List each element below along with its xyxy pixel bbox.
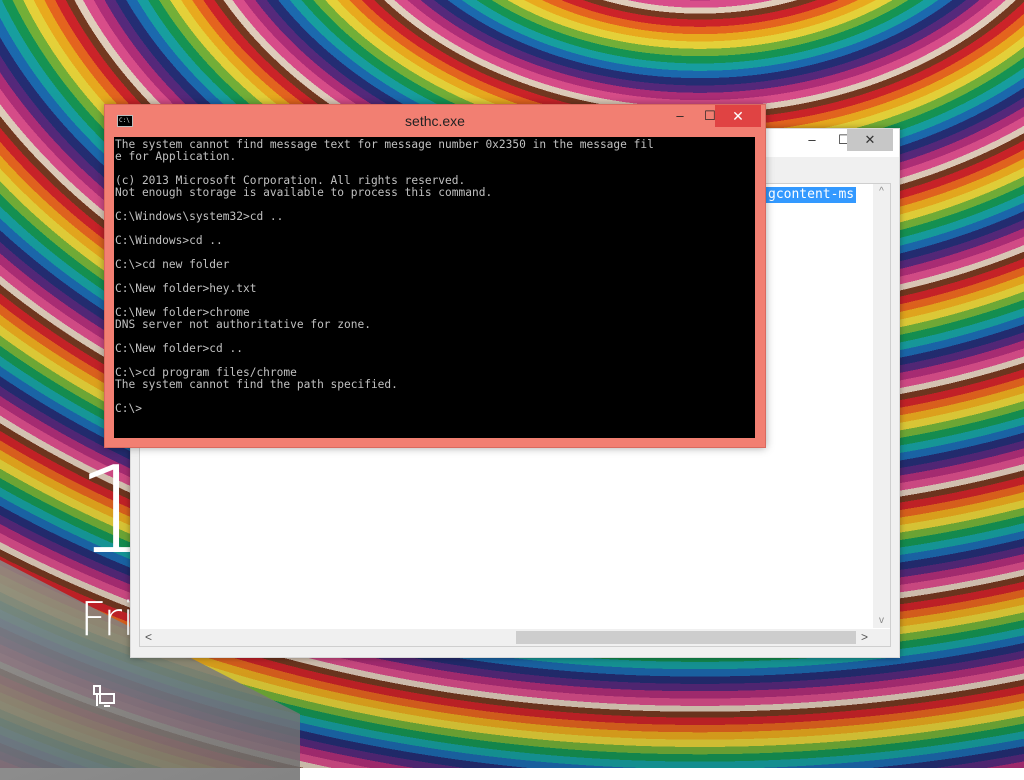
cmd-close-button[interactable]: ✕	[715, 105, 761, 127]
console-line: C:\>cd new folder	[115, 258, 230, 271]
scrollbar-corner	[873, 629, 890, 646]
console-output[interactable]: The system cannot find message text for …	[114, 137, 755, 438]
lock-screen-day: Fri	[80, 592, 135, 646]
console-line: C:\New folder>cd ..	[115, 342, 243, 355]
command-prompt-window[interactable]: C:\ sethc.exe – ☐ ✕ The system cannot fi…	[104, 104, 766, 448]
horizontal-scrollbar[interactable]: < >	[140, 629, 873, 646]
scroll-up-icon[interactable]: ^	[873, 186, 890, 197]
scroll-left-icon[interactable]: <	[140, 629, 157, 646]
vertical-scrollbar[interactable]: ^ v	[873, 184, 890, 628]
console-line: DNS server not authoritative for zone.	[115, 318, 371, 331]
console-line: C:\Windows\system32>cd ..	[115, 210, 284, 223]
console-line: C:\Windows>cd ..	[115, 234, 223, 247]
background-close-button[interactable]: ✕	[847, 129, 893, 151]
console-line: e for Application.	[115, 150, 237, 163]
console-line: Not enough storage is available to proce…	[115, 186, 493, 199]
selected-text[interactable]: gcontent-ms	[766, 187, 857, 203]
cmd-minimize-button[interactable]: –	[665, 105, 695, 127]
console-line: C:\New folder>hey.txt	[115, 282, 257, 295]
cmd-titlebar[interactable]: C:\ sethc.exe – ☐ ✕	[105, 105, 765, 137]
console-lines: The system cannot find message text for …	[114, 137, 755, 415]
horizontal-scroll-thumb[interactable]	[516, 631, 856, 644]
background-minimize-button[interactable]: –	[795, 129, 829, 151]
network-icon[interactable]	[92, 684, 116, 708]
scroll-right-icon[interactable]: >	[856, 629, 873, 646]
console-line: C:\>	[115, 402, 142, 415]
scroll-down-icon[interactable]: v	[873, 615, 890, 626]
console-line: The system cannot find the path specifie…	[115, 378, 398, 391]
